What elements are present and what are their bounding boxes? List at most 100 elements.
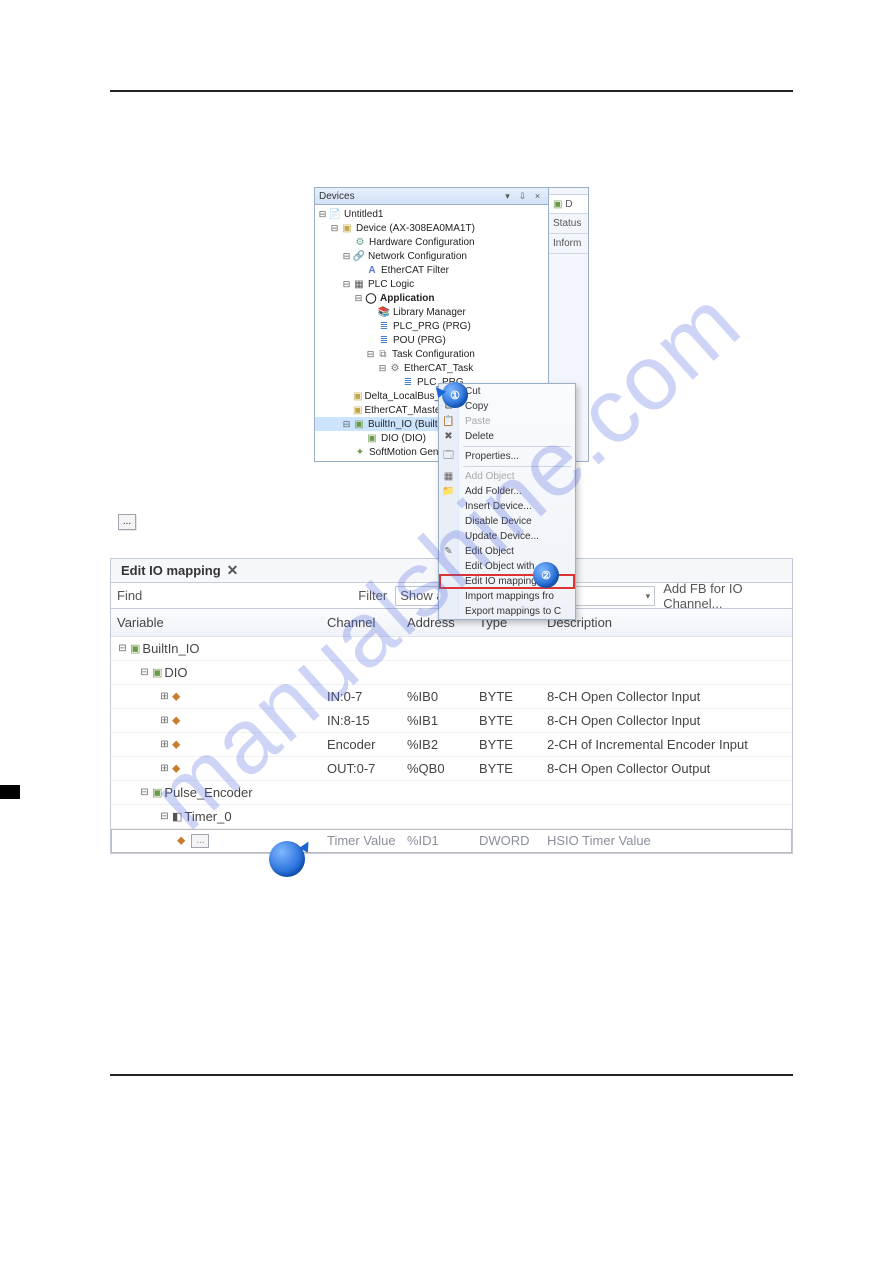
cell-desc: 2-CH of Incremental Encoder Input xyxy=(541,733,792,757)
expand-toggle[interactable]: ⊟ xyxy=(353,293,364,304)
table-row[interactable]: ⊟ ◧ Timer_0 xyxy=(111,805,792,829)
col-description[interactable]: Description xyxy=(541,609,792,637)
library-icon: 📚 xyxy=(377,306,391,318)
pou-icon: ≣ xyxy=(377,320,391,332)
ctx-export-mappings[interactable]: Export mappings to C xyxy=(439,604,575,619)
expand-toggle[interactable]: ⊟ xyxy=(139,787,150,798)
bus-icon: ▣ xyxy=(353,390,362,402)
expand-toggle[interactable]: ⊟ xyxy=(341,251,352,262)
task-config-icon: ⧉ xyxy=(376,348,390,360)
cell-type: BYTE xyxy=(473,757,541,781)
callout-badge-1: ① xyxy=(442,382,468,408)
tree-hardware-config[interactable]: Hardware Configuration xyxy=(369,237,475,248)
ctx-properties[interactable]: 🗔 Properties... xyxy=(439,449,575,464)
expand-toggle[interactable]: ⊟ xyxy=(341,419,352,430)
pane-title: Devices xyxy=(319,188,355,205)
properties-icon: 🗔 xyxy=(439,449,459,464)
tab-label: D xyxy=(565,199,572,210)
table-row[interactable]: ⊟ ▣ Pulse_Encoder xyxy=(111,781,792,805)
expand-toggle[interactable]: ⊟ xyxy=(117,643,128,654)
cell-channel: IN:8-15 xyxy=(321,709,401,733)
cell-address: %IB1 xyxy=(401,709,473,733)
side-tab-d[interactable]: ▣ D xyxy=(549,194,588,214)
io-mapping-table: Variable Channel Address Type Descriptio… xyxy=(111,609,792,853)
ctx-paste: 📋 Paste xyxy=(439,414,575,429)
expand-toggle[interactable]: ⊟ xyxy=(377,363,388,374)
node-icon: ▣ xyxy=(152,666,162,679)
ctx-insert-device[interactable]: Insert Device... xyxy=(439,499,575,514)
pane-pin-icon[interactable]: ⇩ xyxy=(516,190,529,203)
network-icon: 🔗 xyxy=(352,250,366,262)
variable-icon: ⬥ xyxy=(172,689,180,704)
expand-toggle[interactable]: ⊟ xyxy=(317,209,328,220)
tree-pou[interactable]: POU (PRG) xyxy=(393,335,446,346)
tree-plc-logic[interactable]: PLC Logic xyxy=(368,279,414,290)
table-row[interactable]: ⊟ ▣ BuiltIn_IO xyxy=(111,637,792,661)
tree-task-config[interactable]: Task Configuration xyxy=(392,349,475,360)
expand-toggle[interactable]: ⊟ xyxy=(159,811,170,822)
row-dots-button[interactable]: ... xyxy=(191,834,209,848)
expand-toggle[interactable]: ⊟ xyxy=(139,667,150,678)
ctx-update-device[interactable]: Update Device... xyxy=(439,529,575,544)
col-channel[interactable]: Channel xyxy=(321,609,401,637)
devices-pane: Devices ▾ ⇩ × ⊟ 📄 Untitled1 ⊟ ▣ Device (… xyxy=(314,187,549,462)
ctx-edit-object[interactable]: ✎ Edit Object xyxy=(439,544,575,559)
ctx-add-object: ▦ Add Object xyxy=(439,469,575,484)
task-icon: ⚙ xyxy=(388,362,402,374)
ethercat-icon: A xyxy=(365,264,379,276)
col-variable[interactable]: Variable xyxy=(111,609,321,637)
cell-address: %QB0 xyxy=(401,757,473,781)
device-icon: ▣ xyxy=(340,222,354,234)
expand-toggle[interactable]: ⊞ xyxy=(159,739,170,750)
paste-icon: 📋 xyxy=(439,414,459,429)
side-tab-status[interactable]: Status xyxy=(549,214,588,234)
cell-type: BYTE xyxy=(473,709,541,733)
tree-application[interactable]: Application xyxy=(380,293,434,304)
table-row-selected[interactable]: ⬥ ... Timer Value %ID1 DWORD HSIO Timer … xyxy=(111,829,792,853)
tree-project[interactable]: Untitled1 xyxy=(344,209,383,220)
table-row[interactable]: ⊞ ⬥ OUT:0-7 %QB0 BYTE 8-CH Open Collecto… xyxy=(111,757,792,781)
cell-type: BYTE xyxy=(473,733,541,757)
find-label: Find xyxy=(117,588,142,603)
table-row[interactable]: ⊞ ⬥ Encoder %IB2 BYTE 2-CH of Incrementa… xyxy=(111,733,792,757)
ctx-add-folder[interactable]: 📁 Add Folder... xyxy=(439,484,575,499)
ctx-delete[interactable]: ✖ Delete xyxy=(439,429,575,444)
tree-plc-prg[interactable]: PLC_PRG (PRG) xyxy=(393,321,471,332)
expand-toggle[interactable]: ⊟ xyxy=(365,349,376,360)
cell-channel: OUT:0-7 xyxy=(321,757,401,781)
ctx-disable-device[interactable]: Disable Device xyxy=(439,514,575,529)
cell-desc: HSIO Timer Value xyxy=(541,829,792,853)
wrench-icon: ⚙ xyxy=(353,236,367,248)
ctx-import-mappings[interactable]: Import mappings fro xyxy=(439,589,575,604)
expand-toggle[interactable]: ⊞ xyxy=(159,715,170,726)
tree-network-config[interactable]: Network Configuration xyxy=(368,251,467,262)
find-input[interactable] xyxy=(150,588,350,603)
devices-pane-header[interactable]: Devices ▾ ⇩ × xyxy=(315,188,548,205)
close-icon[interactable]: ✕ xyxy=(227,562,239,579)
cell-variable: BuiltIn_IO xyxy=(142,641,199,656)
tree-device[interactable]: Device (AX-308EA0MA1T) xyxy=(356,223,475,234)
table-row[interactable]: ⊟ ▣ DIO xyxy=(111,661,792,685)
edit-object-icon: ✎ xyxy=(439,544,459,559)
tree-library-manager[interactable]: Library Manager xyxy=(393,307,466,318)
pane-dropdown-icon[interactable]: ▾ xyxy=(501,190,514,203)
side-tab-inform[interactable]: Inform xyxy=(549,234,588,254)
expand-toggle[interactable]: ⊟ xyxy=(341,279,352,290)
node-icon: ▣ xyxy=(152,786,162,799)
pou-icon: ≣ xyxy=(377,334,391,346)
cell-type: BYTE xyxy=(473,685,541,709)
page-edge-marker xyxy=(0,785,20,799)
table-row[interactable]: ⊞ ⬥ IN:0-7 %IB0 BYTE 8-CH Open Collector… xyxy=(111,685,792,709)
cell-address: %IB2 xyxy=(401,733,473,757)
expand-toggle[interactable]: ⊞ xyxy=(159,691,170,702)
tree-ethercat-filter[interactable]: EtherCAT Filter xyxy=(381,265,449,276)
tree-dio[interactable]: DIO (DIO) xyxy=(381,433,426,444)
tree-ethercat-task[interactable]: EtherCAT_Task xyxy=(404,363,473,374)
expand-toggle[interactable]: ⊞ xyxy=(159,763,170,774)
pane-close-icon[interactable]: × xyxy=(531,190,544,203)
dots-button[interactable]: ... xyxy=(118,514,136,530)
table-row[interactable]: ⊞ ⬥ IN:8-15 %IB1 BYTE 8-CH Open Collecto… xyxy=(111,709,792,733)
page-rule-top xyxy=(110,90,793,92)
add-fb-button[interactable]: Add FB for IO Channel... xyxy=(663,581,786,611)
expand-toggle[interactable]: ⊟ xyxy=(329,223,340,234)
